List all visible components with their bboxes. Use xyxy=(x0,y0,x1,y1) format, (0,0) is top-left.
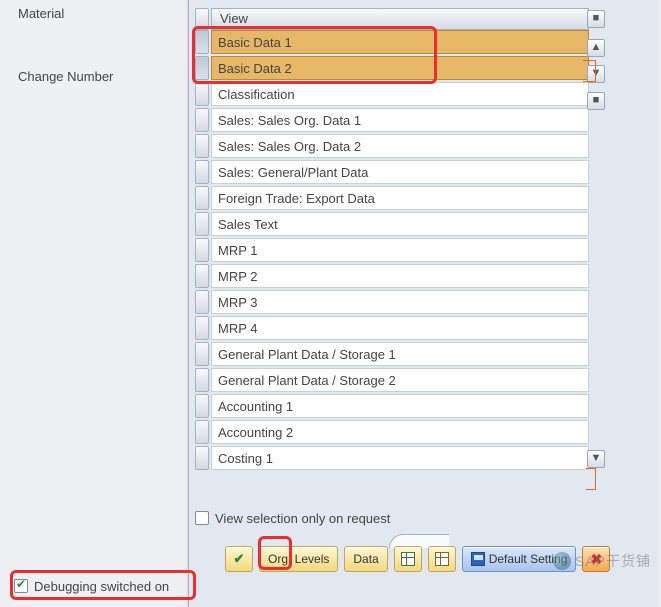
row-selector[interactable] xyxy=(195,420,209,444)
status-bar: Debugging switched on xyxy=(14,574,169,598)
row-value[interactable]: General Plant Data / Storage 1 xyxy=(211,342,589,366)
row-value[interactable]: Sales: Sales Org. Data 1 xyxy=(211,108,589,132)
f4-indicator-bottom xyxy=(586,468,596,490)
row-value[interactable]: Sales: Sales Org. Data 2 xyxy=(211,134,589,158)
row-selector[interactable] xyxy=(195,186,209,210)
column-header-view[interactable]: View xyxy=(211,8,589,30)
material-label: Material xyxy=(18,6,188,21)
view-list: Basic Data 1Basic Data 2ClassificationSa… xyxy=(195,30,590,472)
row-selector[interactable] xyxy=(195,30,209,54)
org-levels-label: Org. Levels xyxy=(268,552,329,566)
floppy-icon xyxy=(471,552,485,566)
grid-header-row: View xyxy=(195,8,615,32)
select-view-dialog: View Basic Data 1Basic Data 2Classificat… xyxy=(188,0,659,607)
select-all-handle[interactable] xyxy=(195,8,209,30)
list-item[interactable]: MRP 3 xyxy=(195,290,590,316)
deselect-all-button[interactable] xyxy=(428,546,456,572)
watermark-text: SAP干货铺 xyxy=(575,551,651,571)
row-value[interactable]: MRP 3 xyxy=(211,290,589,314)
row-value[interactable]: Basic Data 1 xyxy=(211,30,589,54)
grid-select-icon xyxy=(401,552,415,566)
row-value[interactable]: Foreign Trade: Export Data xyxy=(211,186,589,210)
scroll-end-button[interactable]: ■ xyxy=(587,92,605,110)
list-item[interactable]: MRP 4 xyxy=(195,316,590,342)
list-item[interactable]: Foreign Trade: Export Data xyxy=(195,186,590,212)
view-selection-only-label: View selection only on request xyxy=(215,511,390,526)
list-item[interactable]: Accounting 1 xyxy=(195,394,590,420)
row-selector[interactable] xyxy=(195,160,209,184)
list-item[interactable]: Sales Text xyxy=(195,212,590,238)
row-selector[interactable] xyxy=(195,342,209,366)
list-item[interactable]: Basic Data 1 xyxy=(195,30,590,56)
list-item[interactable]: Sales: Sales Org. Data 2 xyxy=(195,134,590,160)
list-item[interactable]: MRP 2 xyxy=(195,264,590,290)
left-form-panel: Material Change Number xyxy=(0,0,188,607)
list-item[interactable]: Basic Data 2 xyxy=(195,56,590,82)
watermark: SAP干货铺 xyxy=(553,551,651,571)
list-item[interactable]: MRP 1 xyxy=(195,238,590,264)
row-selector[interactable] xyxy=(195,238,209,262)
list-item[interactable]: Classification xyxy=(195,82,590,108)
view-selection-only-row[interactable]: View selection only on request xyxy=(195,506,390,530)
f4-indicator-top xyxy=(586,60,596,82)
row-value[interactable]: Classification xyxy=(211,82,589,106)
row-selector[interactable] xyxy=(195,394,209,418)
debug-status-text: Debugging switched on xyxy=(34,579,169,594)
select-all-button[interactable] xyxy=(394,546,422,572)
scroll-home-button[interactable]: ■ xyxy=(587,10,605,28)
watermark-icon xyxy=(553,552,571,570)
row-value[interactable]: MRP 4 xyxy=(211,316,589,340)
row-value[interactable]: General Plant Data / Storage 2 xyxy=(211,368,589,392)
row-value[interactable]: MRP 2 xyxy=(211,264,589,288)
row-selector[interactable] xyxy=(195,264,209,288)
row-value[interactable]: Costing 1 xyxy=(211,446,589,470)
row-value[interactable]: Sales: General/Plant Data xyxy=(211,160,589,184)
row-selector[interactable] xyxy=(195,56,209,80)
change-number-label: Change Number xyxy=(18,69,188,84)
check-icon: ✔ xyxy=(234,551,245,567)
row-value[interactable]: MRP 1 xyxy=(211,238,589,262)
org-levels-button[interactable]: Org. Levels xyxy=(259,546,338,572)
data-button[interactable]: Data xyxy=(344,546,387,572)
debug-indicator-icon xyxy=(14,579,28,593)
row-value[interactable]: Basic Data 2 xyxy=(211,56,589,80)
list-item[interactable]: General Plant Data / Storage 2 xyxy=(195,368,590,394)
list-item[interactable]: Accounting 2 xyxy=(195,420,590,446)
row-selector[interactable] xyxy=(195,316,209,340)
scroll-up-button[interactable]: ▲ xyxy=(587,39,605,57)
view-selection-only-checkbox[interactable] xyxy=(195,511,209,525)
continue-button[interactable]: ✔ xyxy=(225,546,253,572)
row-value[interactable]: Sales Text xyxy=(211,212,589,236)
row-selector[interactable] xyxy=(195,212,209,236)
row-selector[interactable] xyxy=(195,108,209,132)
row-selector[interactable] xyxy=(195,82,209,106)
row-selector[interactable] xyxy=(195,134,209,158)
list-item[interactable]: Costing 1 xyxy=(195,446,590,472)
list-item[interactable]: Sales: Sales Org. Data 1 xyxy=(195,108,590,134)
row-value[interactable]: Accounting 2 xyxy=(211,420,589,444)
row-selector[interactable] xyxy=(195,290,209,314)
list-item[interactable]: Sales: General/Plant Data xyxy=(195,160,590,186)
row-value[interactable]: Accounting 1 xyxy=(211,394,589,418)
list-item[interactable]: General Plant Data / Storage 1 xyxy=(195,342,590,368)
grid-deselect-icon xyxy=(435,552,449,566)
row-selector[interactable] xyxy=(195,368,209,392)
scroll-down-bottom-button[interactable]: ▼ xyxy=(587,450,605,468)
row-selector[interactable] xyxy=(195,446,209,470)
data-label: Data xyxy=(353,552,378,566)
